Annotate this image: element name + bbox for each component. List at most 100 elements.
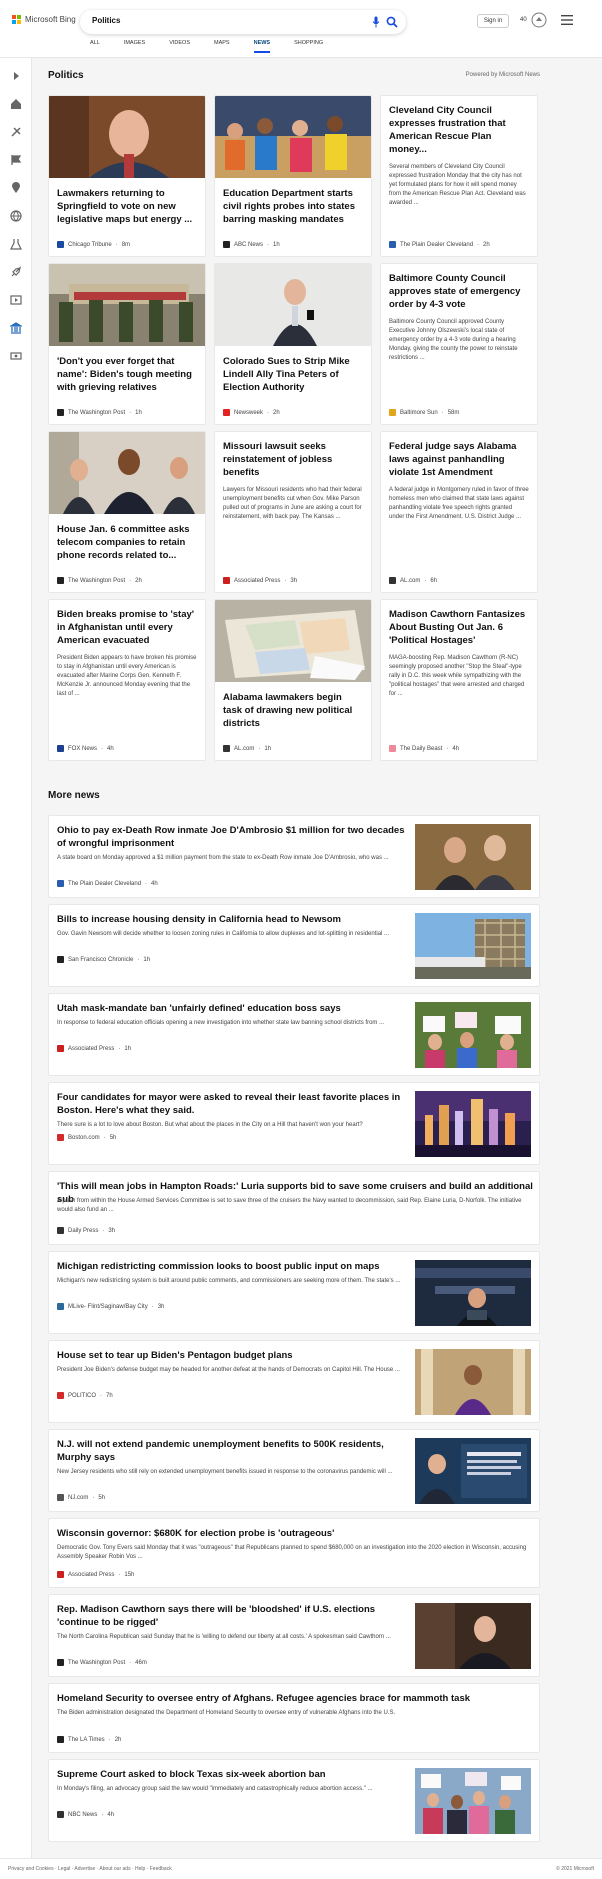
- news-list-item[interactable]: Ohio to pay ex-Death Row inmate Joe D'Am…: [48, 815, 540, 898]
- news-snippet: There sure is a lot to love about Boston…: [57, 1122, 363, 1128]
- science-icon[interactable]: [10, 238, 22, 250]
- news-title[interactable]: Ohio to pay ex-Death Row inmate Joe D'Am…: [57, 824, 407, 850]
- news-card[interactable]: 'Don't you ever forget that name': Biden…: [48, 263, 206, 425]
- globe-icon[interactable]: [10, 210, 22, 222]
- news-list-item[interactable]: Wisconsin governor: $680K for election p…: [48, 1518, 540, 1588]
- search-icon[interactable]: [386, 16, 398, 28]
- news-card[interactable]: Madison Cawthorn Fantasizes About Bustin…: [380, 599, 538, 761]
- news-title[interactable]: Lawmakers returning to Springfield to vo…: [49, 187, 205, 226]
- politics-icon[interactable]: [10, 322, 22, 334]
- news-title[interactable]: House Jan. 6 committee asks telecom comp…: [49, 523, 205, 562]
- source-logo-icon: [223, 241, 230, 248]
- news-snippet: In response to federal education officia…: [57, 1020, 385, 1026]
- news-title[interactable]: Michigan redistricting commission looks …: [57, 1260, 407, 1273]
- news-title[interactable]: Wisconsin governor: $680K for election p…: [57, 1527, 533, 1540]
- news-source: ABC News · 1h: [223, 241, 280, 248]
- rocket-icon[interactable]: [10, 266, 22, 278]
- footer-links[interactable]: Privacy and Cookies · Legal · Advertise …: [8, 1866, 172, 1872]
- news-title[interactable]: Homeland Security to oversee entry of Af…: [57, 1692, 533, 1705]
- tab-all[interactable]: ALL: [90, 40, 100, 53]
- tab-videos[interactable]: VIDEOS: [169, 40, 190, 53]
- news-card[interactable]: Missouri lawsuit seeks reinstatement of …: [214, 431, 372, 593]
- news-title[interactable]: Four candidates for mayor were asked to …: [57, 1091, 407, 1117]
- news-source: San Francisco Chronicle · 1h: [57, 956, 150, 963]
- home-icon[interactable]: [10, 98, 22, 110]
- menu-icon[interactable]: [561, 15, 573, 25]
- news-title[interactable]: Federal judge says Alabama laws against …: [381, 440, 537, 479]
- video-icon[interactable]: [10, 294, 22, 306]
- copyright: © 2021 Microsoft: [556, 1866, 594, 1872]
- news-title[interactable]: Missouri lawsuit seeks reinstatement of …: [215, 440, 371, 479]
- source-logo-icon: [223, 745, 230, 752]
- news-title[interactable]: Cleveland City Council expresses frustra…: [381, 104, 537, 156]
- news-card[interactable]: Lawmakers returning to Springfield to vo…: [48, 95, 206, 257]
- news-title[interactable]: Bills to increase housing density in Cal…: [57, 913, 407, 926]
- news-card[interactable]: Education Department starts civil rights…: [214, 95, 372, 257]
- microphone-icon[interactable]: [372, 16, 380, 28]
- tab-news[interactable]: NEWS: [253, 40, 270, 53]
- news-list-item[interactable]: Rep. Madison Cawthorn says there will be…: [48, 1594, 540, 1677]
- news-photo: [415, 1002, 531, 1068]
- news-card[interactable]: Cleveland City Council expresses frustra…: [380, 95, 538, 257]
- news-snippet: The North Carolina Republican said Sunda…: [57, 1634, 391, 1640]
- news-title[interactable]: Colorado Sues to Strip Mike Lindell Ally…: [215, 355, 371, 394]
- sign-in-button[interactable]: Sign in: [477, 14, 509, 28]
- news-title[interactable]: House set to tear up Biden's Pentagon bu…: [57, 1349, 407, 1362]
- news-list-item[interactable]: N.J. will not extend pandemic unemployme…: [48, 1429, 540, 1512]
- news-card[interactable]: Federal judge says Alabama laws against …: [380, 431, 538, 593]
- news-title[interactable]: N.J. will not extend pandemic unemployme…: [57, 1438, 407, 1464]
- source-logo-icon: [57, 1392, 64, 1399]
- flag-icon[interactable]: [10, 154, 22, 166]
- news-card[interactable]: Colorado Sues to Strip Mike Lindell Ally…: [214, 263, 372, 425]
- location-icon[interactable]: [10, 182, 22, 194]
- tab-images[interactable]: IMAGES: [124, 40, 145, 53]
- news-card[interactable]: House Jan. 6 committee asks telecom comp…: [48, 431, 206, 593]
- news-snippet: MAGA-boosting Rep. Madison Cawthorn (R-N…: [389, 655, 525, 697]
- source-logo-icon: [57, 1303, 64, 1310]
- search-input[interactable]: Politics: [92, 16, 120, 25]
- news-list-item[interactable]: Michigan redistricting commission looks …: [48, 1251, 540, 1334]
- more-news-heading: More news: [48, 790, 100, 801]
- news-source: The Daily Beast · 4h: [389, 745, 459, 752]
- sports-icon[interactable]: [10, 126, 22, 138]
- news-list-item[interactable]: Supreme Court asked to block Texas six-w…: [48, 1759, 540, 1842]
- news-card[interactable]: Biden breaks promise to 'stay' in Afghan…: [48, 599, 206, 761]
- news-photo: [415, 1260, 531, 1326]
- news-source: NJ.com · 5h: [57, 1494, 105, 1501]
- news-list-item[interactable]: 'This will mean jobs in Hampton Roads:' …: [48, 1171, 540, 1245]
- tab-maps[interactable]: MAPS: [214, 40, 230, 53]
- bing-logo[interactable]: Microsoft Bing: [12, 15, 76, 24]
- source-logo-icon: [57, 241, 64, 248]
- news-title[interactable]: Education Department starts civil rights…: [215, 187, 371, 226]
- news-title[interactable]: 'Don't you ever forget that name': Biden…: [49, 355, 205, 394]
- news-photo: [415, 1438, 531, 1504]
- expand-sidebar-icon[interactable]: [10, 70, 22, 82]
- news-list-item[interactable]: Utah mask-mandate ban 'unfairly defined'…: [48, 993, 540, 1076]
- news-title[interactable]: Supreme Court asked to block Texas six-w…: [57, 1768, 407, 1781]
- news-source: Daily Press · 3h: [57, 1227, 115, 1234]
- rewards-icon[interactable]: [531, 12, 547, 28]
- source-logo-icon: [57, 1045, 64, 1052]
- powered-by[interactable]: Powered by Microsoft News: [466, 72, 540, 78]
- money-icon[interactable]: [10, 350, 22, 362]
- news-list-item[interactable]: Homeland Security to oversee entry of Af…: [48, 1683, 540, 1753]
- news-title[interactable]: Alabama lawmakers begin task of drawing …: [215, 691, 371, 730]
- news-card[interactable]: Baltimore County Council approves state …: [380, 263, 538, 425]
- tab-shopping[interactable]: SHOPPING: [294, 40, 323, 53]
- news-title[interactable]: Rep. Madison Cawthorn says there will be…: [57, 1603, 407, 1629]
- source-logo-icon: [57, 1659, 64, 1666]
- news-title[interactable]: Utah mask-mandate ban 'unfairly defined'…: [57, 1002, 407, 1015]
- news-list-item[interactable]: House set to tear up Biden's Pentagon bu…: [48, 1340, 540, 1423]
- search-box[interactable]: Politics: [80, 10, 406, 34]
- news-list-item[interactable]: Four candidates for mayor were asked to …: [48, 1082, 540, 1165]
- news-snippet: A federal judge in Montgomery ruled in f…: [389, 487, 529, 520]
- source-logo-icon: [57, 1811, 64, 1818]
- source-logo-icon: [57, 1227, 64, 1234]
- news-card[interactable]: Alabama lawmakers begin task of drawing …: [214, 599, 372, 761]
- news-list-item[interactable]: Bills to increase housing density in Cal…: [48, 904, 540, 987]
- news-title[interactable]: Madison Cawthorn Fantasizes About Bustin…: [381, 608, 537, 647]
- source-logo-icon: [223, 409, 230, 416]
- news-source: FOX News · 4h: [57, 745, 114, 752]
- news-title[interactable]: Baltimore County Council approves state …: [381, 272, 537, 311]
- news-title[interactable]: Biden breaks promise to 'stay' in Afghan…: [49, 608, 205, 647]
